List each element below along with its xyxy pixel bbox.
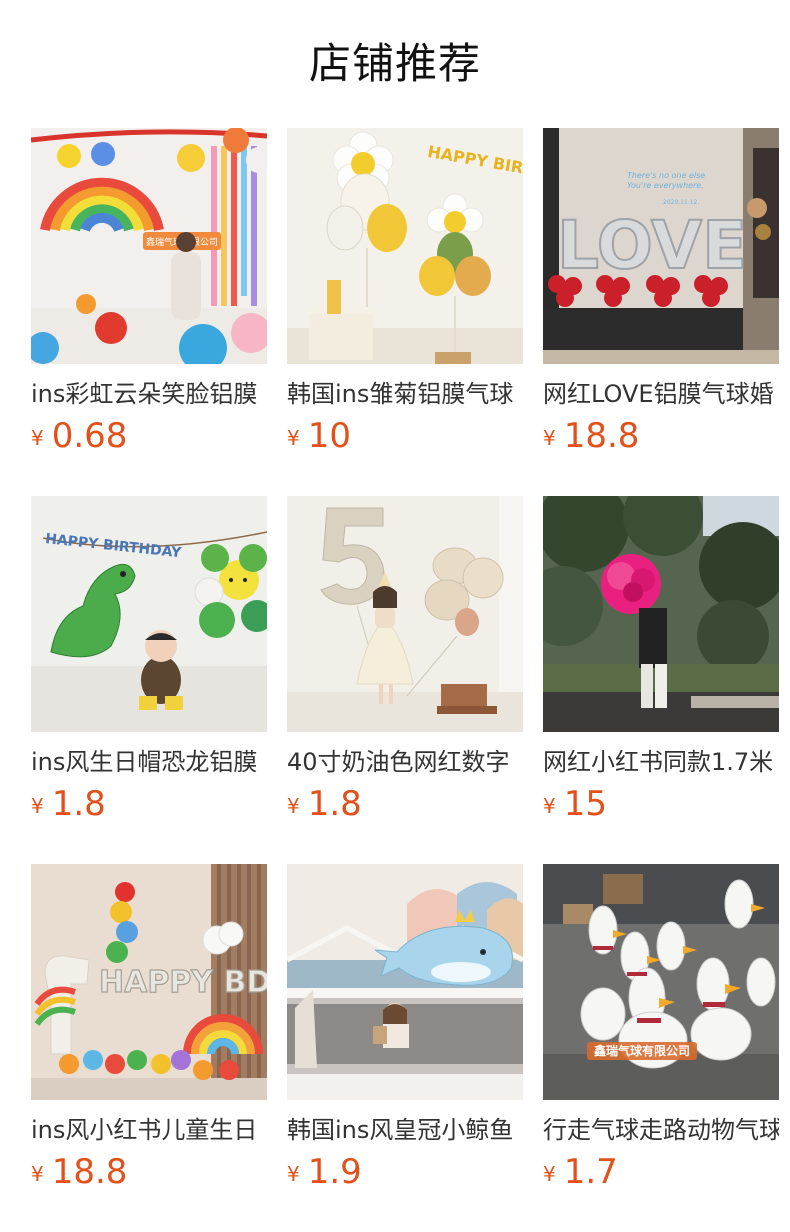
product-name[interactable]: ins风生日帽恐龙铝膜 [31, 744, 267, 780]
currency-symbol: ¥ [543, 794, 556, 818]
product-price: ¥15 [543, 782, 607, 826]
price-amount: 1.7 [563, 1152, 618, 1192]
price-amount: 1.9 [307, 1152, 362, 1192]
product-card[interactable]: 鑫瑞气球有限公司 ins彩虹云朵笑脸铝膜 ¥0.68 [31, 128, 267, 468]
product-card[interactable]: HAPPY BDAY ins风小红书儿童生日 ¥18.8 [31, 864, 267, 1204]
currency-symbol: ¥ [543, 1162, 556, 1186]
svg-text:HAPPY BDAY: HAPPY BDAY [99, 965, 267, 1000]
currency-symbol: ¥ [31, 794, 44, 818]
duck-balloon-photo-icon[interactable]: 鑫瑞气球有限公司 [543, 864, 779, 1100]
currency-symbol: ¥ [31, 1162, 44, 1186]
product-name[interactable]: 网红小红书同款1.7米 [543, 744, 779, 780]
svg-text:You're everywhere.: You're everywhere. [627, 181, 704, 190]
page-title: 店铺推荐 [308, 39, 481, 88]
product-price: ¥18.8 [31, 1150, 127, 1194]
love-balloon-photo-icon[interactable]: There's no one else You're everywhere. 2… [543, 128, 779, 364]
product-name[interactable]: ins彩虹云朵笑脸铝膜 [31, 376, 267, 412]
currency-symbol: ¥ [287, 794, 300, 818]
product-price: ¥1.7 [543, 1150, 618, 1194]
product-name[interactable]: 网红LOVE铝膜气球婚 [543, 376, 779, 412]
product-price: ¥1.8 [287, 782, 362, 826]
rainbow-balloon-photo-icon[interactable]: 鑫瑞气球有限公司 [31, 128, 267, 364]
rose-balloon-photo-icon[interactable] [543, 496, 779, 732]
product-grid: 鑫瑞气球有限公司 ins彩虹云朵笑脸铝膜 ¥0.68 HAPPY BIRTH [31, 128, 790, 1232]
price-amount: 15 [563, 784, 607, 824]
product-card[interactable]: There's no one else You're everywhere. 2… [543, 128, 779, 468]
price-amount: 0.68 [51, 416, 128, 456]
product-price: ¥0.68 [31, 414, 127, 458]
number-five-balloon-photo-icon[interactable] [287, 496, 523, 732]
currency-symbol: ¥ [287, 426, 300, 450]
currency-symbol: ¥ [287, 1162, 300, 1186]
product-name[interactable]: 40寸奶油色网红数字 [287, 744, 523, 780]
daisy-balloon-photo-icon[interactable]: HAPPY BIRTH [287, 128, 523, 364]
price-amount: 10 [307, 416, 351, 456]
price-amount: 1.8 [51, 784, 106, 824]
product-card[interactable]: HAPPY BIRTH 韩国ins雏菊铝膜气球 ¥ 10 [287, 128, 523, 468]
product-card[interactable]: 网红小红书同款1.7米 ¥15 [543, 496, 779, 836]
price-amount: 18.8 [563, 416, 640, 456]
product-name[interactable]: 韩国ins雏菊铝膜气球 [287, 376, 523, 412]
product-price: ¥18.8 [543, 414, 639, 458]
product-card[interactable]: 40寸奶油色网红数字 ¥1.8 [287, 496, 523, 836]
dinosaur-balloon-photo-icon[interactable]: HAPPY BIRTHDAY [31, 496, 267, 732]
product-card[interactable]: 韩国ins风皇冠小鲸鱼 ¥1.9 [287, 864, 523, 1204]
currency-symbol: ¥ [543, 426, 556, 450]
product-name[interactable]: ins风小红书儿童生日 [31, 1112, 267, 1148]
svg-text:鑫瑞气球有限公司: 鑫瑞气球有限公司 [593, 1043, 690, 1058]
product-price: ¥1.9 [287, 1150, 362, 1194]
currency-symbol: ¥ [31, 426, 44, 450]
whale-balloon-photo-icon[interactable] [287, 864, 523, 1100]
product-card[interactable]: 鑫瑞气球有限公司 行走气球走路动物气球 ¥1.7 [543, 864, 779, 1204]
price-amount: 1.8 [307, 784, 362, 824]
product-name[interactable]: 韩国ins风皇冠小鲸鱼 [287, 1112, 523, 1148]
svg-text:There's no one else: There's no one else [627, 171, 705, 180]
product-card[interactable]: HAPPY BIRTHDAY ins风生日帽恐龙铝膜 ¥1.8 [31, 496, 267, 836]
price-amount: 18.8 [51, 1152, 128, 1192]
product-price: ¥1.8 [31, 782, 106, 826]
happy-bday-balloon-photo-icon[interactable]: HAPPY BDAY [31, 864, 267, 1100]
svg-text:2020.11.12.: 2020.11.12. [663, 199, 699, 206]
svg-text:LOVE: LOVE [557, 207, 747, 284]
product-name[interactable]: 行走气球走路动物气球 [543, 1112, 779, 1148]
product-price: ¥10 [287, 414, 351, 458]
